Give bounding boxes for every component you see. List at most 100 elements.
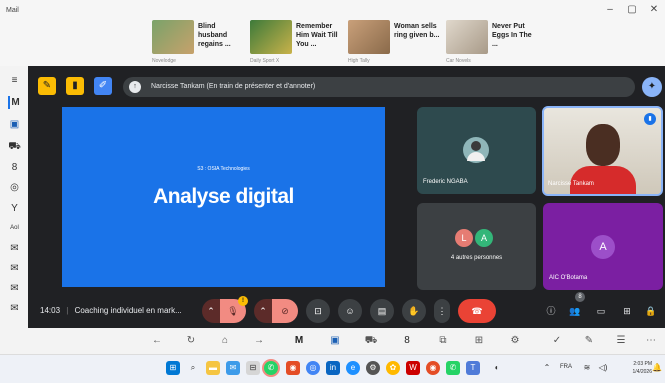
participant-video-tile[interactable]: ▮ Narcisse Tankam — [542, 106, 663, 196]
others-tile[interactable]: L A 4 autres personnes — [417, 203, 536, 290]
app-icon[interactable]: 8 — [8, 161, 21, 174]
y-icon[interactable]: Y — [8, 202, 21, 215]
chrome-icon[interactable]: ◎ — [306, 361, 320, 375]
avatar: L — [455, 229, 473, 247]
file-explorer-icon[interactable]: ▬ — [206, 361, 220, 375]
mic-options-button[interactable]: ⌃ — [202, 299, 220, 323]
volume-icon[interactable]: ◁) — [596, 361, 610, 375]
cart-icon[interactable]: ⛟ — [8, 140, 21, 153]
list-icon[interactable]: ☰ — [614, 334, 628, 348]
present-screen-icon[interactable]: ⊡ — [306, 299, 330, 323]
avatar: A — [591, 235, 615, 259]
clock[interactable]: 2:03 PM 1/4/2026 — [622, 360, 652, 376]
participant-tile[interactable]: Frederic NGABA — [417, 107, 536, 194]
word-icon[interactable]: W — [406, 361, 420, 375]
meet-top-bar: ✎ ▮ ✐ ↑ Narcisse Tankam (En train de pré… — [28, 66, 665, 102]
home-icon[interactable]: ⌂ — [218, 334, 232, 348]
clock-time: 2:03 PM — [633, 361, 652, 367]
outlook-icon[interactable]: ▣ — [328, 334, 342, 348]
language-indicator[interactable]: FRA — [560, 364, 572, 370]
news-thumbnail — [250, 20, 292, 54]
menu-icon[interactable]: ≡ — [8, 74, 21, 87]
more-icon[interactable]: ⋯ — [644, 334, 658, 348]
magic-icon[interactable]: ✦ — [642, 77, 662, 97]
mail-envelope-icon[interactable]: ✉ — [8, 282, 21, 295]
news-source: Daily Sport X — [250, 58, 280, 64]
mail-envelope-icon[interactable]: ✉ — [8, 302, 21, 315]
slide-title: Analyse digital — [153, 185, 294, 208]
pen-icon[interactable]: ✎ — [38, 77, 56, 95]
end-call-button[interactable]: ☎ — [458, 299, 496, 323]
camera-options-button[interactable]: ⌃ — [254, 299, 272, 323]
outlook-icon[interactable]: ▣ — [8, 118, 21, 131]
taskbar: ⊞ ⌕ ▬ ✉ ⊟ ✆ ◉ ◎ in e ⚙ ✿ W ◉ ✆ T ◐ ⌃ FRA… — [0, 354, 665, 383]
whatsapp-icon[interactable]: ✆ — [264, 361, 278, 375]
settings-icon[interactable]: ⚙ — [508, 334, 522, 348]
avatar — [463, 137, 489, 163]
notification-icon[interactable]: 🔔 — [652, 361, 662, 375]
browser-icon[interactable]: ◉ — [426, 361, 440, 375]
emoji-icon[interactable]: ☺ — [338, 299, 362, 323]
instagram-icon[interactable]: ◎ — [8, 181, 21, 194]
linkedin-icon[interactable]: in — [326, 361, 340, 375]
news-card[interactable]: Woman sells ring given b... High Tally — [348, 20, 440, 66]
grid-icon[interactable]: ⊞ — [472, 334, 486, 348]
info-icon[interactable]: ⓘ — [542, 299, 560, 323]
clock-date: 1/4/2026 — [632, 369, 652, 375]
chat-app-icon[interactable]: ✆ — [446, 361, 460, 375]
people-count-badge: 8 — [575, 292, 585, 302]
news-card[interactable]: Never Put Eggs In The ... Car Novels — [446, 20, 538, 66]
presenter-banner: ↑ Narcisse Tankam (En train de présenter… — [123, 77, 635, 97]
more-options-icon[interactable]: ⋮ — [434, 299, 450, 323]
meeting-name: Coaching individuel en mark... — [74, 306, 182, 315]
mail-envelope-icon[interactable]: ✉ — [8, 242, 21, 255]
teams-icon[interactable]: T — [466, 361, 480, 375]
settings-icon[interactable]: ⚙ — [366, 361, 380, 375]
mail-icon[interactable]: M — [292, 334, 306, 348]
meet-controls: 14:03 | Coaching individuel en mark... ⌃… — [28, 292, 665, 328]
edit-icon[interactable]: ✐ — [94, 77, 112, 95]
participant-tile[interactable]: A AIC O'Botama — [543, 203, 663, 290]
news-source: High Tally — [348, 58, 370, 64]
mail-icon[interactable]: M — [8, 96, 21, 109]
news-card[interactable]: Remember Him Wait Till You ... Daily Spo… — [250, 20, 342, 66]
people-icon[interactable]: 👥 — [566, 299, 584, 323]
maximize-button[interactable]: ▢ — [624, 4, 640, 15]
edge-icon[interactable]: e — [346, 361, 360, 375]
cart-icon[interactable]: ⛟ — [364, 334, 378, 348]
app-icon[interactable]: 8 — [400, 334, 414, 348]
news-card[interactable]: Blind husband regains ... Novelodge — [152, 20, 244, 66]
app-icon[interactable]: ◐ — [490, 361, 504, 375]
news-title: Remember Him Wait Till You ... — [296, 23, 338, 48]
check-icon[interactable]: ✓ — [550, 334, 564, 348]
camera-off-icon[interactable]: ⊘ — [272, 299, 298, 323]
face — [586, 124, 620, 166]
lock-icon[interactable]: 🔒 — [642, 299, 660, 323]
news-thumbnail — [152, 20, 194, 54]
firefox-icon[interactable]: ◉ — [286, 361, 300, 375]
activities-icon[interactable]: ⊞ — [618, 299, 636, 323]
refresh-icon[interactable]: ↻ — [184, 334, 198, 348]
search-icon[interactable]: ⌕ — [186, 361, 200, 375]
tab-icon[interactable]: ⧉ — [436, 334, 450, 348]
back-icon[interactable]: ← — [150, 334, 164, 348]
highlighter-icon[interactable]: ▮ — [66, 77, 84, 95]
forward-icon[interactable]: → — [252, 334, 266, 348]
mail-envelope-icon[interactable]: ✉ — [8, 262, 21, 275]
chat-icon[interactable]: ▭ — [592, 299, 610, 323]
avatar: A — [475, 229, 493, 247]
photos-icon[interactable]: ✿ — [386, 361, 400, 375]
captions-icon[interactable]: ▤ — [370, 299, 394, 323]
participant-name: AIC O'Botama — [549, 275, 588, 281]
minimize-button[interactable]: – — [602, 4, 618, 15]
mail-app-icon[interactable]: ✉ — [226, 361, 240, 375]
chevron-up-icon[interactable]: ⌃ — [540, 361, 554, 375]
ad-icon[interactable]: Aol — [8, 222, 21, 235]
pen-icon[interactable]: ✎ — [582, 334, 596, 348]
slide-subtitle: S3 : OSIA Technologies — [197, 166, 250, 172]
raise-hand-icon[interactable]: ✋ — [402, 299, 426, 323]
close-button[interactable]: ✕ — [646, 4, 662, 15]
wifi-icon[interactable]: ≋ — [580, 361, 594, 375]
windows-start-icon[interactable]: ⊞ — [166, 361, 180, 375]
store-icon[interactable]: ⊟ — [246, 361, 260, 375]
